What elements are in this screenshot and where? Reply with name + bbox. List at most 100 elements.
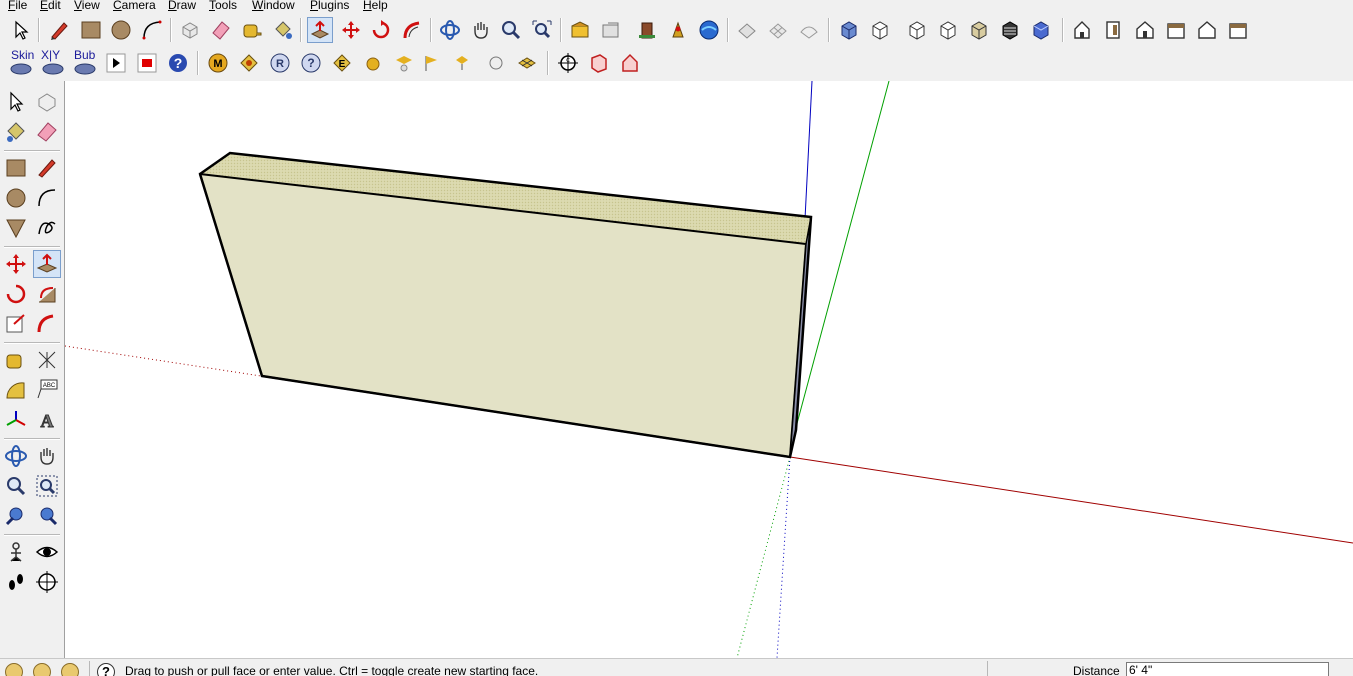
follow-me-button[interactable]	[33, 280, 61, 308]
plugin-help-button[interactable]: ?	[165, 50, 191, 76]
drawing-viewport[interactable]	[65, 81, 1353, 658]
xray-toggle-button[interactable]	[1028, 17, 1054, 43]
left-view-button[interactable]	[1225, 17, 1251, 43]
display-section-cuts-button[interactable]	[617, 50, 643, 76]
tape-measure-button[interactable]	[239, 17, 265, 43]
light-button[interactable]	[391, 50, 417, 76]
shaded-textures-style-button[interactable]	[966, 17, 992, 43]
menu-help[interactable]: Help	[363, 0, 388, 12]
eraser-tool-button[interactable]	[33, 118, 61, 146]
polygon-tool-button[interactable]	[2, 214, 30, 242]
zoom-tool-button[interactable]	[498, 17, 524, 43]
orbit-tool-button[interactable]	[2, 442, 30, 470]
paint-bucket-button[interactable]	[2, 118, 30, 146]
shaded-style-button[interactable]	[935, 17, 961, 43]
push-pull-tool-button[interactable]	[307, 17, 333, 43]
arc-tool-button[interactable]	[139, 17, 165, 43]
make-component-button[interactable]	[177, 17, 203, 43]
axes-tool-button[interactable]	[2, 406, 30, 434]
pan-tool-button[interactable]	[468, 17, 494, 43]
eraser-tool-button[interactable]	[208, 17, 234, 43]
plane-button[interactable]	[514, 50, 540, 76]
wireframe-style-button[interactable]	[867, 17, 893, 43]
geo-location-icon[interactable]	[5, 663, 23, 676]
lamp-button[interactable]	[449, 50, 475, 76]
measurement-input[interactable]: 6' 4"	[1126, 662, 1329, 676]
look-around-button[interactable]	[33, 538, 61, 566]
walk-button[interactable]	[2, 568, 30, 596]
push-pull-tool-button[interactable]	[33, 250, 61, 278]
model-scene[interactable]	[65, 81, 1353, 658]
circle-tool-button[interactable]	[2, 184, 30, 212]
orbit-tool-button[interactable]	[437, 17, 463, 43]
m-button[interactable]: M	[205, 50, 231, 76]
menu-plugins[interactable]: Plugins	[310, 0, 349, 12]
add-location-button[interactable]	[665, 17, 691, 43]
preview-google-earth-button[interactable]	[696, 17, 722, 43]
display-section-planes-button[interactable]	[586, 50, 612, 76]
scale-tool-button[interactable]	[2, 310, 30, 338]
zoom-window-button[interactable]	[33, 472, 61, 500]
rotate-tool-button[interactable]	[2, 280, 30, 308]
make-component-button[interactable]	[33, 88, 61, 116]
e-tag-button[interactable]: E	[329, 50, 355, 76]
offset-tool-button[interactable]	[33, 310, 61, 338]
help-icon[interactable]: ?	[97, 663, 115, 676]
section-plane-button[interactable]	[33, 568, 61, 596]
monochrome-style-button[interactable]	[997, 17, 1023, 43]
circle-tool-button[interactable]	[108, 17, 134, 43]
share-model-button[interactable]	[598, 17, 624, 43]
paint-bucket-button[interactable]	[270, 17, 296, 43]
follow-me-button[interactable]	[399, 17, 425, 43]
question-button[interactable]: ?	[298, 50, 324, 76]
next-view-button[interactable]	[33, 502, 61, 530]
xy-icon[interactable]	[40, 61, 66, 75]
user-account-icon[interactable]	[61, 663, 79, 676]
3d-text-button[interactable]: A	[33, 406, 61, 434]
sandbox-from-contours-button[interactable]	[734, 17, 760, 43]
menu-camera[interactable]: Camera	[113, 0, 156, 12]
move-tool-button[interactable]	[2, 250, 30, 278]
protractor-button[interactable]	[2, 376, 30, 404]
select-tool-button[interactable]	[2, 88, 30, 116]
zoom-extents-button[interactable]	[529, 17, 555, 43]
xray-style-button[interactable]	[836, 17, 862, 43]
move-tool-button[interactable]	[338, 17, 364, 43]
tape-measure-button[interactable]	[2, 346, 30, 374]
flag-button[interactable]	[418, 50, 444, 76]
menu-file[interactable]: File	[8, 0, 27, 12]
freehand-tool-button[interactable]	[33, 214, 61, 242]
rotate-tool-button[interactable]	[368, 17, 394, 43]
top-view-button[interactable]	[1100, 17, 1126, 43]
get-models-button[interactable]	[567, 17, 593, 43]
front-view-button[interactable]	[1132, 17, 1158, 43]
menu-draw[interactable]: Draw	[168, 0, 196, 12]
menu-window[interactable]: Window	[252, 0, 295, 12]
play-button[interactable]	[103, 50, 129, 76]
smoove-button[interactable]	[796, 17, 822, 43]
menu-view[interactable]: View	[74, 0, 100, 12]
line-tool-button[interactable]	[46, 17, 72, 43]
line-tool-button[interactable]	[33, 154, 61, 182]
back-view-button[interactable]	[1194, 17, 1220, 43]
pan-tool-button[interactable]	[33, 442, 61, 470]
iso-view-button[interactable]	[1069, 17, 1095, 43]
section-plane-button[interactable]: C	[555, 50, 581, 76]
rectangle-tool-button[interactable]	[78, 17, 104, 43]
get-photo-texture-button[interactable]	[634, 17, 660, 43]
menu-tools[interactable]: Tools	[209, 0, 237, 12]
menu-edit[interactable]: Edit	[40, 0, 61, 12]
bub-icon[interactable]	[72, 61, 98, 75]
credits-icon[interactable]	[33, 663, 51, 676]
r-button[interactable]: R	[267, 50, 293, 76]
sphere-button[interactable]	[360, 50, 386, 76]
previous-view-button[interactable]	[2, 502, 30, 530]
right-view-button[interactable]	[1163, 17, 1189, 43]
tag-button[interactable]	[236, 50, 262, 76]
white-sphere-button[interactable]	[483, 50, 509, 76]
dimension-tool-button[interactable]	[33, 346, 61, 374]
select-tool-button[interactable]	[8, 17, 34, 43]
text-tool-button[interactable]: ABC	[33, 376, 61, 404]
arc-tool-button[interactable]	[33, 184, 61, 212]
stop-button[interactable]	[134, 50, 160, 76]
